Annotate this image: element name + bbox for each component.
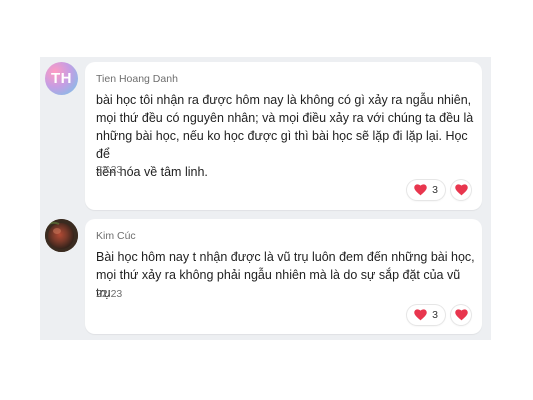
- sender-name: Kim Cúc: [96, 230, 136, 242]
- avatar-photo: [45, 219, 78, 252]
- message-bubble[interactable]: Kim Cúc Bài học hôm nay t nhận được là v…: [85, 219, 482, 334]
- react-heart-button[interactable]: [451, 305, 471, 325]
- message-time: 22:23: [96, 164, 123, 176]
- avatar[interactable]: TH: [45, 62, 78, 95]
- avatar-initials: TH: [51, 70, 72, 87]
- react-heart-button[interactable]: [451, 180, 471, 200]
- message-bubble[interactable]: Tien Hoang Danh bài học tôi nhận ra được…: [85, 62, 482, 210]
- message-time: 22:23: [96, 288, 123, 300]
- reaction-summary[interactable]: 3: [407, 305, 445, 325]
- reaction-summary[interactable]: 3: [407, 180, 445, 200]
- reaction-count: 3: [432, 309, 438, 321]
- sender-name: Tien Hoang Danh: [96, 73, 178, 85]
- heart-icon: [414, 184, 427, 196]
- message-text: Bài học hôm nay t nhận được là vũ trụ lu…: [96, 250, 475, 300]
- heart-icon: [454, 184, 468, 196]
- heart-icon: [414, 309, 427, 321]
- message-text: bài học tôi nhận ra được hôm nay là khôn…: [96, 93, 474, 179]
- heart-icon: [454, 309, 468, 321]
- reaction-count: 3: [432, 184, 438, 196]
- avatar[interactable]: [45, 219, 78, 252]
